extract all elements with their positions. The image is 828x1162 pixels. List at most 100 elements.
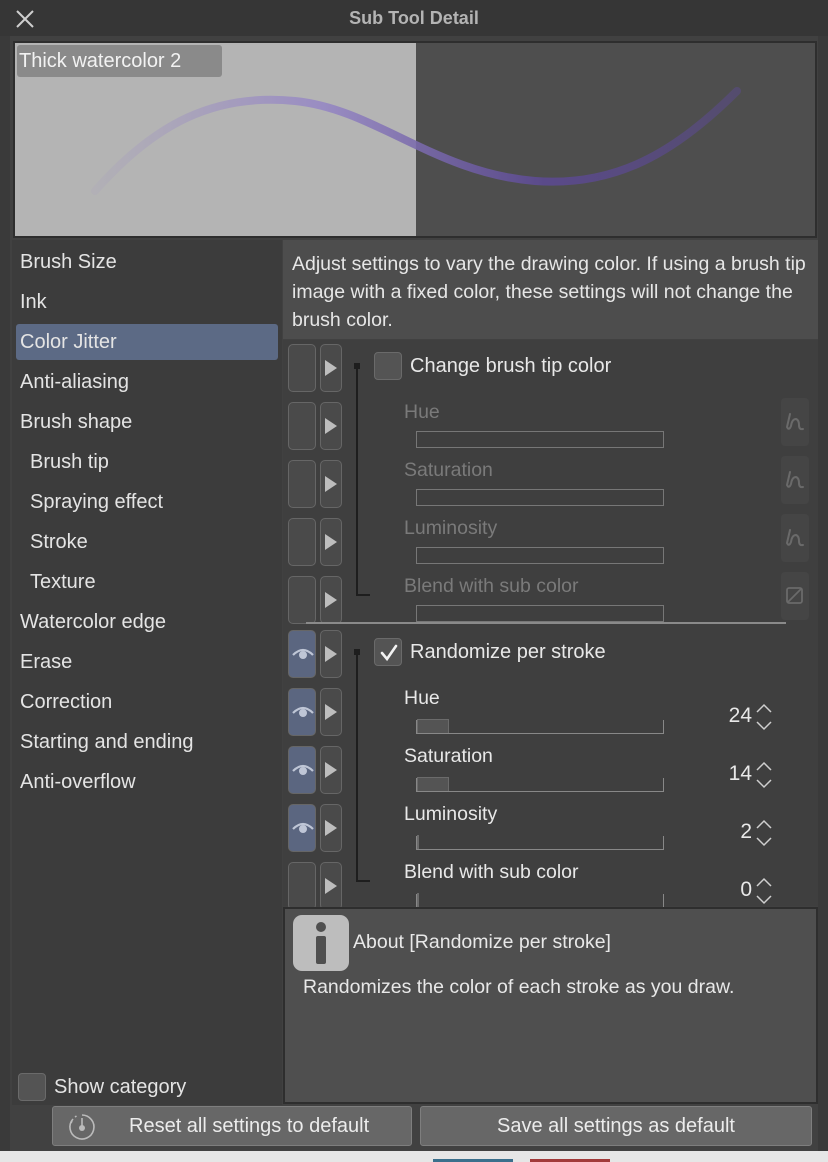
group-label: Change brush tip color — [410, 355, 612, 377]
category-item-correction[interactable]: Correction — [16, 684, 278, 720]
checkmark-icon — [375, 644, 403, 671]
about-text: Randomizes the color of each stroke as y… — [303, 976, 735, 998]
param-slider[interactable] — [416, 431, 664, 448]
category-item-erase[interactable]: Erase — [16, 644, 278, 680]
expand-arrow-button[interactable] — [320, 402, 342, 450]
value-spinner[interactable] — [755, 818, 773, 848]
expand-arrow-button[interactable] — [320, 746, 342, 794]
param-value[interactable]: 2 — [740, 820, 752, 844]
pressure-settings-button[interactable] — [781, 514, 809, 562]
pressure-settings-button[interactable] — [781, 572, 809, 620]
pressure-settings-button[interactable] — [781, 398, 809, 446]
value-spinner[interactable] — [755, 876, 773, 906]
visibility-toggle[interactable] — [288, 804, 316, 852]
category-item-color-jitter[interactable]: Color Jitter — [16, 324, 278, 360]
category-item-texture[interactable]: Texture — [16, 564, 278, 600]
category-item-anti-aliasing[interactable]: Anti-aliasing — [16, 364, 278, 400]
param-label: Blend with sub color — [404, 861, 579, 883]
param-label: Luminosity — [404, 517, 498, 539]
visibility-toggle[interactable] — [288, 746, 316, 794]
param-slider[interactable] — [416, 547, 664, 564]
up-down-chevron-icon — [755, 761, 773, 794]
window-title: Sub Tool Detail — [349, 8, 479, 28]
title-bar: Sub Tool Detail — [0, 0, 828, 36]
save-defaults-button[interactable]: Save all settings as default — [420, 1106, 812, 1146]
visibility-toggle[interactable] — [288, 630, 316, 678]
reset-defaults-label: Reset all settings to default — [129, 1115, 370, 1137]
about-title: About [Randomize per stroke] — [353, 931, 611, 953]
group-checkbox[interactable] — [374, 352, 402, 380]
expand-arrow-button[interactable] — [320, 460, 342, 508]
group-row: Randomize per stroke — [283, 626, 818, 684]
expand-arrow-button[interactable] — [320, 630, 342, 678]
expand-arrow-button[interactable] — [320, 862, 342, 910]
visibility-toggle[interactable] — [288, 402, 316, 450]
expand-arrow-button[interactable] — [320, 518, 342, 566]
info-icon — [293, 915, 349, 971]
param-slider[interactable] — [416, 893, 664, 908]
expand-arrow-button[interactable] — [320, 576, 342, 624]
group-row: Change brush tip color — [283, 340, 818, 398]
brush-preview: Thick watercolor 2 — [13, 41, 817, 238]
reset-defaults-button[interactable]: Reset all settings to default — [52, 1106, 412, 1146]
category-item-brush-tip[interactable]: Brush tip — [16, 444, 278, 480]
param-row-hue: Hue — [283, 398, 818, 456]
show-category-label: Show category — [54, 1075, 187, 1098]
pressure-settings-button[interactable] — [781, 456, 809, 504]
visibility-toggle[interactable] — [288, 576, 316, 624]
brush-name-label: Thick watercolor 2 — [17, 45, 222, 77]
param-slider[interactable] — [416, 489, 664, 506]
param-row-luminosity: Luminosity — [283, 514, 818, 572]
param-row-saturation: Saturation — [283, 456, 818, 514]
expand-arrow-button[interactable] — [320, 344, 342, 392]
category-item-ink[interactable]: Ink — [16, 284, 278, 320]
value-spinner[interactable] — [755, 702, 773, 732]
visibility-toggle[interactable] — [288, 518, 316, 566]
visibility-toggle[interactable] — [288, 688, 316, 736]
param-value[interactable]: 0 — [740, 878, 752, 902]
param-label: Luminosity — [404, 803, 498, 825]
category-item-anti-overflow[interactable]: Anti-overflow — [16, 764, 278, 800]
visibility-toggle[interactable] — [288, 862, 316, 910]
param-label: Blend with sub color — [404, 575, 579, 597]
background-edge — [0, 1151, 828, 1162]
param-row-saturation: Saturation 14 — [283, 742, 818, 800]
param-label: Saturation — [404, 459, 493, 481]
category-item-watercolor-edge[interactable]: Watercolor edge — [16, 604, 278, 640]
param-slider[interactable] — [416, 719, 664, 734]
slider-fill — [417, 777, 449, 791]
value-spinner[interactable] — [755, 760, 773, 790]
category-item-starting-and-ending[interactable]: Starting and ending — [16, 724, 278, 760]
up-down-chevron-icon — [755, 819, 773, 852]
param-slider[interactable] — [416, 835, 664, 850]
category-item-brush-shape[interactable]: Brush shape — [16, 404, 278, 440]
param-label: Saturation — [404, 745, 493, 767]
slider-fill — [417, 893, 419, 907]
about-panel: About [Randomize per stroke] Randomizes … — [283, 907, 818, 1104]
expand-arrow-button[interactable] — [320, 804, 342, 852]
visibility-toggle[interactable] — [288, 344, 316, 392]
param-value[interactable]: 24 — [729, 704, 752, 728]
category-item-stroke[interactable]: Stroke — [16, 524, 278, 560]
category-description: Adjust settings to vary the drawing colo… — [283, 240, 818, 339]
category-item-brush-size[interactable]: Brush Size — [16, 244, 278, 280]
category-list: Brush Size Ink Color Jitter Anti-aliasing Br… — [12, 240, 282, 1105]
up-down-chevron-icon — [755, 703, 773, 736]
expand-arrow-button[interactable] — [320, 688, 342, 736]
tree-node — [354, 363, 360, 369]
group-label: Randomize per stroke — [410, 641, 606, 663]
param-value[interactable]: 14 — [729, 762, 752, 786]
settings-panel: Change brush tip color Hue Saturation Lumin… — [283, 340, 818, 910]
group-divider — [306, 622, 786, 624]
show-category-checkbox[interactable] — [18, 1073, 46, 1101]
tree-node — [354, 649, 360, 655]
group-checkbox[interactable] — [374, 638, 402, 666]
category-item-spraying-effect[interactable]: Spraying effect — [16, 484, 278, 520]
param-slider[interactable] — [416, 777, 664, 792]
visibility-toggle[interactable] — [288, 460, 316, 508]
param-slider[interactable] — [416, 605, 664, 622]
param-label: Hue — [404, 401, 440, 423]
show-category-toggle[interactable]: Show category — [18, 1072, 186, 1102]
slider-fill — [417, 719, 449, 733]
slider-fill — [417, 835, 419, 849]
